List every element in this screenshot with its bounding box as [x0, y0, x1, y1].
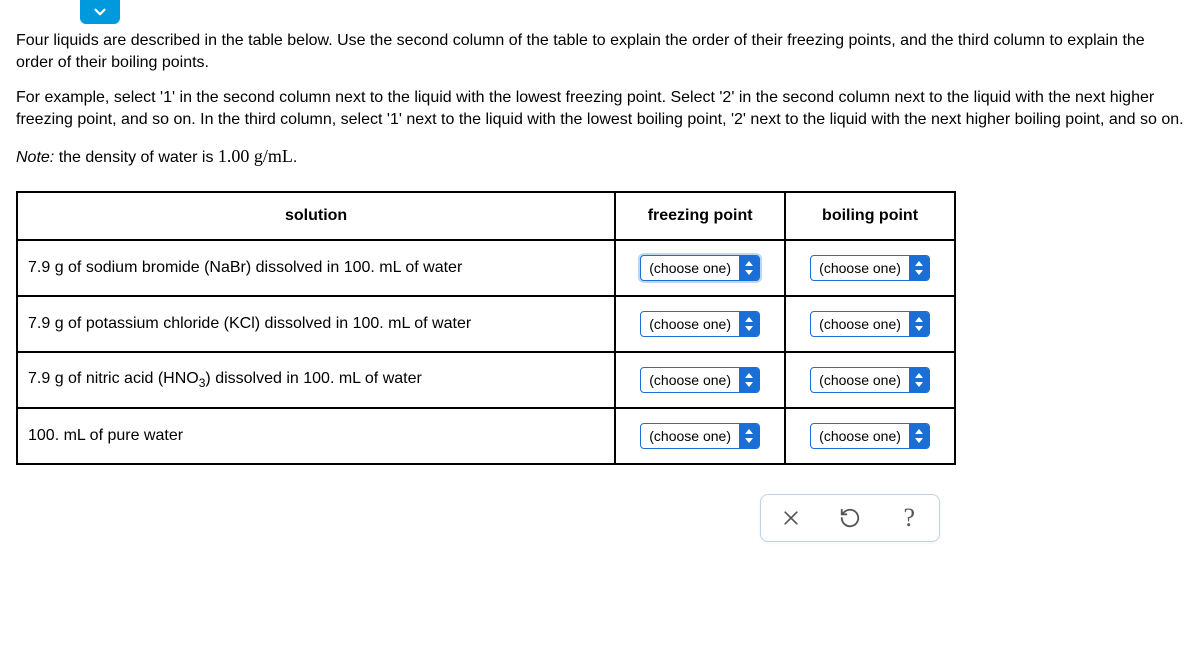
rank-select[interactable]: (choose one): [640, 255, 760, 281]
updown-icon: [744, 373, 754, 387]
boiling-point-cell: (choose one): [785, 240, 955, 296]
select-arrow: [739, 312, 759, 336]
instructions-paragraph-2: For example, select '1' in the second co…: [16, 87, 1184, 130]
select-label: (choose one): [811, 428, 909, 444]
header-freezing-point: freezing point: [615, 192, 785, 240]
boiling-point-cell: (choose one): [785, 352, 955, 408]
rank-select[interactable]: (choose one): [810, 423, 930, 449]
select-arrow: [909, 256, 929, 280]
updown-icon: [914, 429, 924, 443]
reset-button[interactable]: [830, 498, 870, 538]
rank-select[interactable]: (choose one): [640, 367, 760, 393]
select-arrow: [739, 256, 759, 280]
select-arrow: [739, 368, 759, 392]
question-content: Four liquids are described in the table …: [0, 0, 1200, 465]
table-row: 7.9 g of nitric acid (HNO3) dissolved in…: [17, 352, 955, 408]
select-label: (choose one): [641, 316, 739, 332]
rank-select[interactable]: (choose one): [640, 311, 760, 337]
solution-cell: 7.9 g of nitric acid (HNO3) dissolved in…: [17, 352, 615, 408]
header-boiling-point: boiling point: [785, 192, 955, 240]
expand-toggle-button[interactable]: [80, 0, 120, 24]
updown-icon: [914, 373, 924, 387]
header-solution: solution: [17, 192, 615, 240]
rank-select[interactable]: (choose one): [810, 367, 930, 393]
select-arrow: [909, 312, 929, 336]
select-arrow: [909, 368, 929, 392]
select-label: (choose one): [641, 372, 739, 388]
chevron-down-icon: [91, 3, 109, 21]
question-mark-icon: ?: [904, 503, 916, 533]
density-value: 1.00 g/mL: [218, 146, 293, 166]
select-label: (choose one): [811, 372, 909, 388]
freezing-point-cell: (choose one): [615, 296, 785, 352]
solution-cell: 7.9 g of potassium chloride (KCl) dissol…: [17, 296, 615, 352]
rank-select[interactable]: (choose one): [810, 311, 930, 337]
select-label: (choose one): [641, 260, 739, 276]
instructions-note: Note: the density of water is 1.00 g/mL.: [16, 144, 1184, 169]
note-period: .: [293, 149, 297, 166]
updown-icon: [744, 429, 754, 443]
select-label: (choose one): [811, 316, 909, 332]
clear-button[interactable]: [771, 498, 811, 538]
action-bar: ?: [760, 494, 940, 542]
table-row: 7.9 g of sodium bromide (NaBr) dissolved…: [17, 240, 955, 296]
instructions-block: Four liquids are described in the table …: [16, 30, 1184, 169]
updown-icon: [914, 261, 924, 275]
rank-select[interactable]: (choose one): [810, 255, 930, 281]
boiling-point-cell: (choose one): [785, 408, 955, 464]
close-icon: [781, 508, 801, 528]
note-text: the density of water is: [54, 149, 218, 166]
help-button[interactable]: ?: [889, 498, 929, 538]
undo-icon: [839, 507, 861, 529]
solution-cell: 100. mL of pure water: [17, 408, 615, 464]
solution-table: solution freezing point boiling point 7.…: [16, 191, 956, 465]
table-row: 7.9 g of potassium chloride (KCl) dissol…: [17, 296, 955, 352]
instructions-paragraph-1: Four liquids are described in the table …: [16, 30, 1184, 73]
updown-icon: [914, 317, 924, 331]
rank-select[interactable]: (choose one): [640, 423, 760, 449]
freezing-point-cell: (choose one): [615, 352, 785, 408]
select-arrow: [739, 424, 759, 448]
freezing-point-cell: (choose one): [615, 408, 785, 464]
table-row: 100. mL of pure water (choose one) (choose…: [17, 408, 955, 464]
note-label: Note:: [16, 149, 54, 166]
boiling-point-cell: (choose one): [785, 296, 955, 352]
updown-icon: [744, 317, 754, 331]
select-label: (choose one): [811, 260, 909, 276]
select-label: (choose one): [641, 428, 739, 444]
solution-cell: 7.9 g of sodium bromide (NaBr) dissolved…: [17, 240, 615, 296]
updown-icon: [744, 261, 754, 275]
freezing-point-cell: (choose one): [615, 240, 785, 296]
select-arrow: [909, 424, 929, 448]
